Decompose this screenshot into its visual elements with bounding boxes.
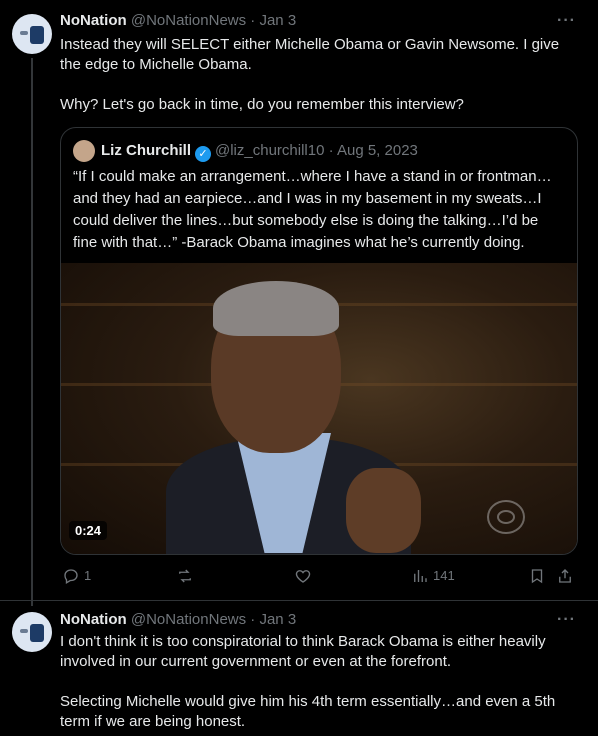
views-button[interactable]: 141 bbox=[411, 566, 455, 586]
quoted-header: Liz Churchill ✓ @liz_churchill10 · Aug 5, … bbox=[101, 141, 418, 162]
thread-line bbox=[31, 600, 33, 606]
like-button[interactable] bbox=[294, 566, 316, 586]
retweet-button[interactable] bbox=[176, 566, 198, 586]
bookmark-button[interactable] bbox=[528, 566, 546, 586]
avatar[interactable] bbox=[12, 612, 52, 652]
quoted-text: “If I could make an arrangement…where I … bbox=[73, 168, 552, 251]
separator: · bbox=[250, 611, 256, 628]
author-handle[interactable]: @NoNationNews bbox=[131, 12, 246, 29]
video-player[interactable]: 0:24 bbox=[61, 263, 577, 554]
bookmark-icon bbox=[531, 569, 543, 584]
tweet-actions: 1 141 bbox=[60, 566, 580, 586]
more-options-icon[interactable]: ··· bbox=[557, 12, 576, 30]
analytics-icon bbox=[414, 570, 427, 582]
quoted-author-name[interactable]: Liz Churchill bbox=[101, 142, 191, 159]
author-name[interactable]: NoNation bbox=[60, 12, 127, 29]
reply-icon bbox=[64, 569, 78, 584]
tweet[interactable]: NoNation @NoNationNews · Jan 3 ··· I don… bbox=[0, 600, 598, 736]
heart-icon bbox=[295, 570, 311, 583]
reply-count: 1 bbox=[84, 568, 92, 583]
verified-badge-icon: ✓ bbox=[195, 146, 211, 162]
tweet-text: I don't think it is too conspiratorial t… bbox=[60, 633, 556, 730]
reply-button[interactable]: 1 bbox=[62, 566, 91, 586]
quoted-avatar[interactable] bbox=[73, 140, 95, 162]
cbs-logo-icon bbox=[487, 500, 525, 534]
tweet[interactable]: NoNation @NoNationNews · Jan 3 ··· Inste… bbox=[0, 0, 598, 601]
tweet-date[interactable]: Jan 3 bbox=[259, 12, 296, 29]
video-timestamp: 0:24 bbox=[69, 521, 108, 540]
share-button[interactable] bbox=[556, 566, 574, 586]
quoted-date[interactable]: Aug 5, 2023 bbox=[337, 142, 418, 159]
author-handle[interactable]: @NoNationNews bbox=[131, 611, 246, 628]
avatar[interactable] bbox=[12, 14, 52, 54]
tweet-date[interactable]: Jan 3 bbox=[259, 611, 296, 628]
views-count: 141 bbox=[433, 568, 455, 583]
thread-line bbox=[31, 58, 33, 600]
tweet-header: NoNation @NoNationNews · Jan 3 bbox=[60, 610, 296, 630]
quoted-author-handle[interactable]: @liz_churchill10 bbox=[215, 142, 324, 159]
retweet-icon bbox=[179, 569, 191, 583]
share-icon bbox=[559, 569, 571, 583]
more-options-icon[interactable]: ··· bbox=[557, 611, 576, 629]
tweet-text: Instead they will SELECT either Michelle… bbox=[60, 36, 560, 113]
quoted-tweet[interactable]: Liz Churchill ✓ @liz_churchill10 · Aug 5, … bbox=[60, 127, 578, 555]
separator: · bbox=[250, 12, 256, 29]
tweet-header: NoNation @NoNationNews · Jan 3 bbox=[60, 11, 296, 31]
separator: · bbox=[328, 142, 334, 159]
author-name[interactable]: NoNation bbox=[60, 611, 127, 628]
